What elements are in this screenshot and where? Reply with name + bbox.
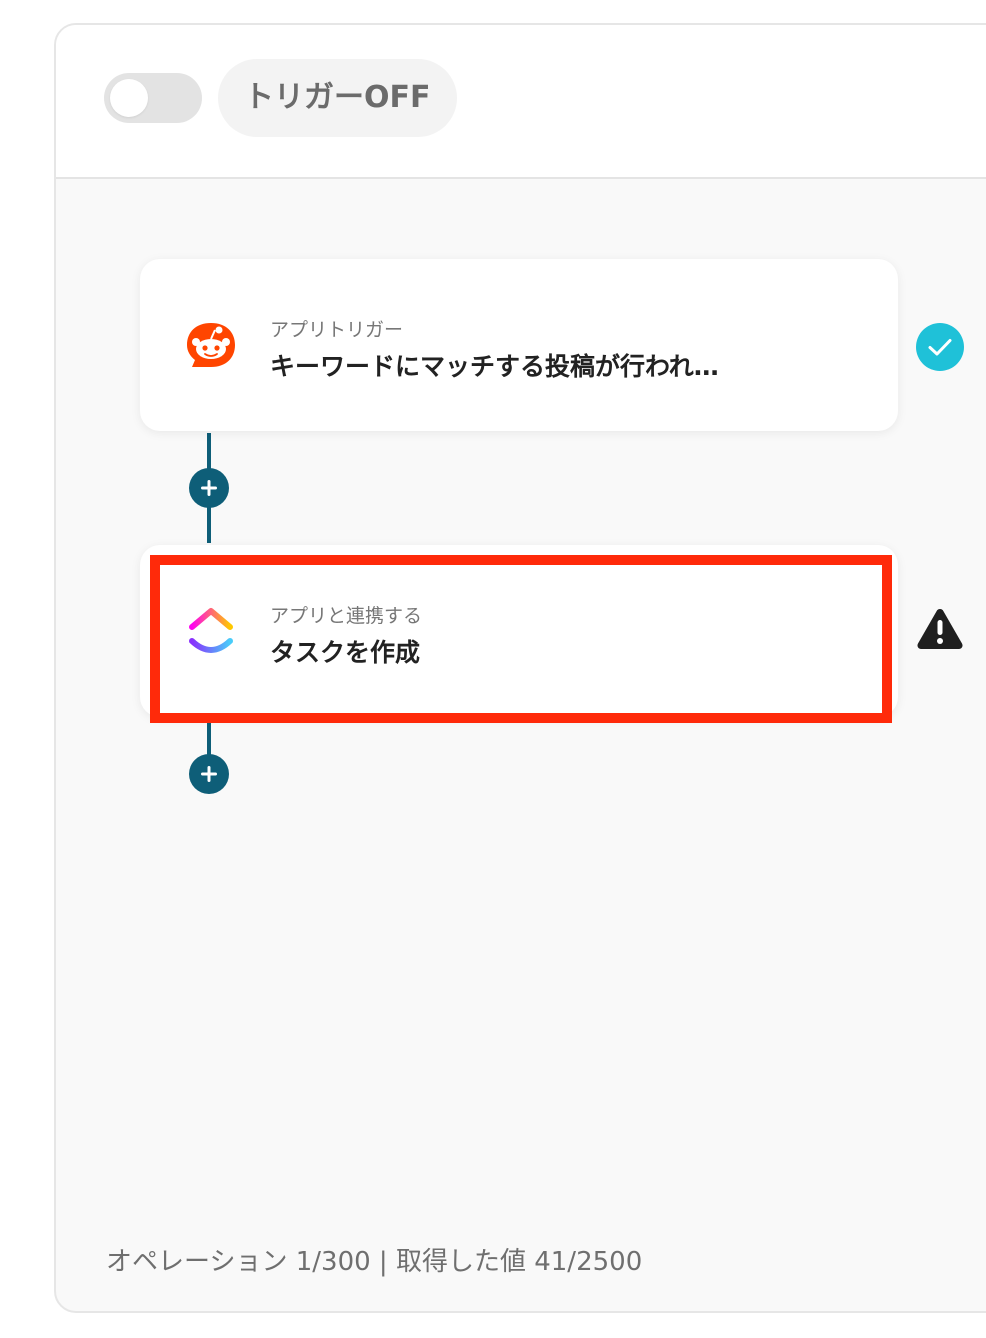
toggle-knob xyxy=(110,79,148,117)
plus-icon xyxy=(201,480,217,496)
step-title: タスクを作成 xyxy=(270,638,421,667)
warning-triangle-icon xyxy=(916,605,964,653)
plus-icon xyxy=(201,766,217,782)
clickup-icon xyxy=(184,605,238,659)
step-type-label: アプリトリガー xyxy=(270,319,404,341)
usage-summary: オペレーション 1/300 | 取得した値 41/2500 xyxy=(106,1247,643,1277)
trigger-status-label: トリガーOFF xyxy=(218,59,457,137)
check-circle-icon xyxy=(916,323,964,371)
flow-connector xyxy=(207,719,211,759)
reddit-icon xyxy=(184,319,238,373)
add-step-button[interactable] xyxy=(189,468,229,508)
step-title: キーワードにマッチする投稿が行われ… xyxy=(270,352,719,381)
flow-panel: トリガーOFF アプリトリガー キーワードにマッチする投稿が行われ… アプリと連… xyxy=(54,23,986,1313)
add-step-button[interactable] xyxy=(189,754,229,794)
flow-header: トリガーOFF xyxy=(56,25,986,179)
step-type-label: アプリと連携する xyxy=(270,605,423,627)
step-card-app-action[interactable]: アプリと連携する タスクを作成 xyxy=(140,545,898,717)
trigger-toggle[interactable] xyxy=(104,73,202,123)
step-card-app-trigger[interactable]: アプリトリガー キーワードにマッチする投稿が行われ… xyxy=(140,259,898,431)
